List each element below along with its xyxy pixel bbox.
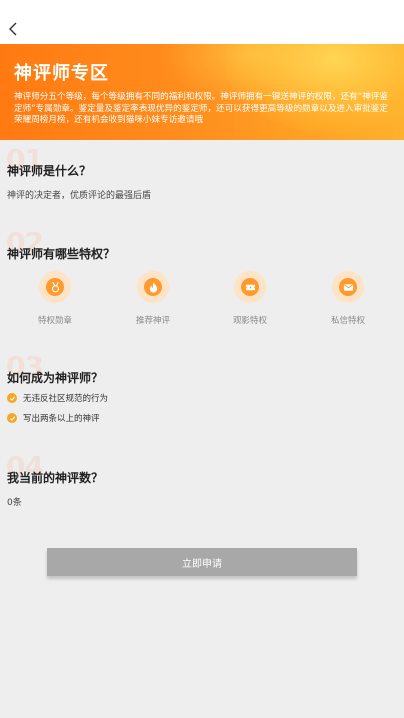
fire-icon [144, 278, 162, 296]
section-heading: 如何成为神评师？ [7, 371, 104, 385]
condition-item: 无违反社区规范的行为 [7, 392, 108, 404]
page-title: 神评师专区 [14, 63, 109, 84]
privilege-movie[interactable]: 观影特权 [220, 271, 280, 326]
banner-description: 神评师分五个等级，每个等级拥有不同的福利和权限。神评师拥有一键送神评的权限，还有… [14, 92, 388, 125]
mail-icon [339, 278, 357, 296]
check-icon [7, 413, 17, 423]
privilege-label: 推荐神评 [135, 316, 170, 326]
condition-text: 写出两条以上的神评 [23, 414, 100, 424]
section-heading: 神评师是什么？ [7, 164, 92, 178]
top-bar [0, 0, 404, 44]
apply-button[interactable]: 立即申请 [47, 548, 357, 576]
section-body: 神评的决定者，优质评论的最强后盾 [7, 191, 152, 201]
check-icon [7, 393, 17, 403]
back-icon[interactable] [6, 20, 20, 38]
privilege-medal[interactable]: 特权勋章 [25, 271, 85, 326]
ticket-icon [241, 278, 259, 296]
privilege-label: 特权勋章 [37, 316, 72, 326]
privilege-label: 观影特权 [232, 316, 267, 326]
privilege-recommend[interactable]: 推荐神评 [123, 271, 183, 326]
section-heading: 我当前的神评数？ [7, 471, 104, 485]
section-heading: 神评师有哪些特权？ [7, 247, 116, 261]
current-count: 0条 [7, 498, 22, 508]
header-banner: 神评师专区 神评师分五个等级，每个等级拥有不同的福利和权限。神评师拥有一键送神评… [0, 44, 404, 140]
privilege-label: 私信特权 [330, 316, 365, 326]
condition-item: 写出两条以上的神评 [7, 412, 100, 424]
medal-icon [46, 278, 64, 296]
condition-text: 无违反社区规范的行为 [23, 394, 109, 404]
privilege-message[interactable]: 私信特权 [318, 271, 378, 326]
